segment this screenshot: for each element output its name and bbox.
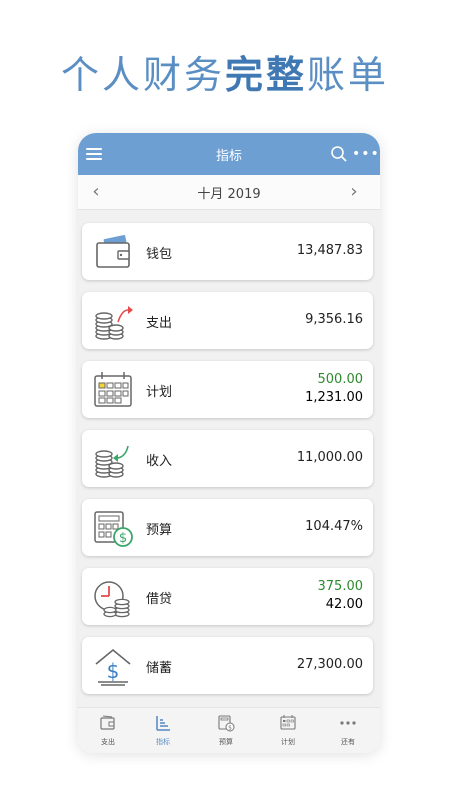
month-label: 十月 2019: [197, 187, 261, 202]
svg-text:$: $: [228, 725, 232, 732]
card-label: 钱包: [146, 247, 173, 262]
budget-tab-icon: $: [218, 715, 235, 732]
card-budget[interactable]: $ 预算 104.47%: [82, 499, 373, 556]
card-label: 储蓄: [146, 661, 173, 676]
more-tab-icon: [340, 721, 356, 725]
actual-value: 1,231.00: [305, 390, 363, 405]
card-values: 375.00 42.00: [318, 578, 364, 614]
card-value: 27,300.00: [296, 657, 363, 672]
phone-frame: 指标 ••• ‹ 十月 2019 › 钱包 13,487.83 支出 9,356…: [78, 133, 380, 753]
tab-indicators[interactable]: 指标: [133, 708, 193, 753]
bottom-tab-bar: 支出 指标 $ 预算 计划 还有: [78, 707, 380, 753]
tab-label: 指标: [156, 738, 170, 746]
coins-out-icon: [95, 306, 133, 340]
coins-in-icon: [95, 445, 129, 478]
card-label: 收入: [146, 454, 173, 469]
card-values: 500.00 1,231.00: [305, 371, 363, 407]
headline-part1: 个人财务: [60, 53, 225, 97]
card-plan[interactable]: 计划 500.00 1,231.00: [82, 361, 373, 418]
savings-house-icon: $: [95, 648, 131, 686]
tab-budget[interactable]: $ 预算: [196, 708, 256, 753]
headline-part2: 完整: [224, 53, 307, 97]
svg-text:$: $: [107, 659, 120, 683]
tab-label: 预算: [219, 738, 233, 746]
app-bar: 指标 •••: [78, 133, 380, 175]
tab-label: 支出: [101, 738, 115, 746]
svg-text:$: $: [119, 531, 127, 546]
card-income[interactable]: 收入 11,000.00: [82, 430, 373, 487]
card-label: 计划: [146, 385, 173, 400]
card-savings[interactable]: $ 储蓄 27,300.00: [82, 637, 373, 694]
tab-plan[interactable]: 计划: [258, 708, 318, 753]
tab-more[interactable]: 还有: [318, 708, 378, 753]
card-label: 借贷: [146, 592, 173, 607]
card-expense[interactable]: 支出 9,356.16: [82, 292, 373, 349]
card-label: 支出: [146, 316, 173, 331]
planned-value: 500.00: [317, 372, 364, 387]
card-value: 13,487.83: [296, 243, 363, 258]
card-value: 11,000.00: [296, 450, 363, 465]
clock-coins-icon: [94, 581, 130, 618]
card-value: 104.47%: [305, 519, 363, 534]
card-wallet[interactable]: 钱包 13,487.83: [82, 223, 373, 280]
calendar-icon: [94, 372, 132, 407]
tab-label: 计划: [281, 738, 295, 746]
card-label: 预算: [146, 523, 173, 538]
wallet-icon: [96, 234, 130, 268]
card-value: 9,356.16: [305, 312, 363, 327]
month-selector: ‹ 十月 2019 ›: [78, 175, 380, 210]
headline-part3: 账单: [307, 53, 390, 97]
more-icon[interactable]: •••: [352, 146, 379, 162]
tab-label: 还有: [341, 738, 355, 746]
calendar-tab-icon: [280, 715, 296, 730]
planned-value: 375.00: [317, 579, 364, 594]
card-debt[interactable]: 借贷 375.00 42.00: [82, 568, 373, 625]
search-icon[interactable]: [330, 145, 348, 163]
tab-expense[interactable]: 支出: [78, 708, 138, 753]
promo-headline: 个人财务完整账单: [0, 44, 450, 99]
actual-value: 42.00: [325, 597, 363, 612]
next-month-button[interactable]: ›: [344, 181, 364, 203]
calculator-icon: $: [94, 511, 133, 547]
expense-tab-icon: [100, 715, 115, 730]
chart-tab-icon: [156, 716, 170, 731]
